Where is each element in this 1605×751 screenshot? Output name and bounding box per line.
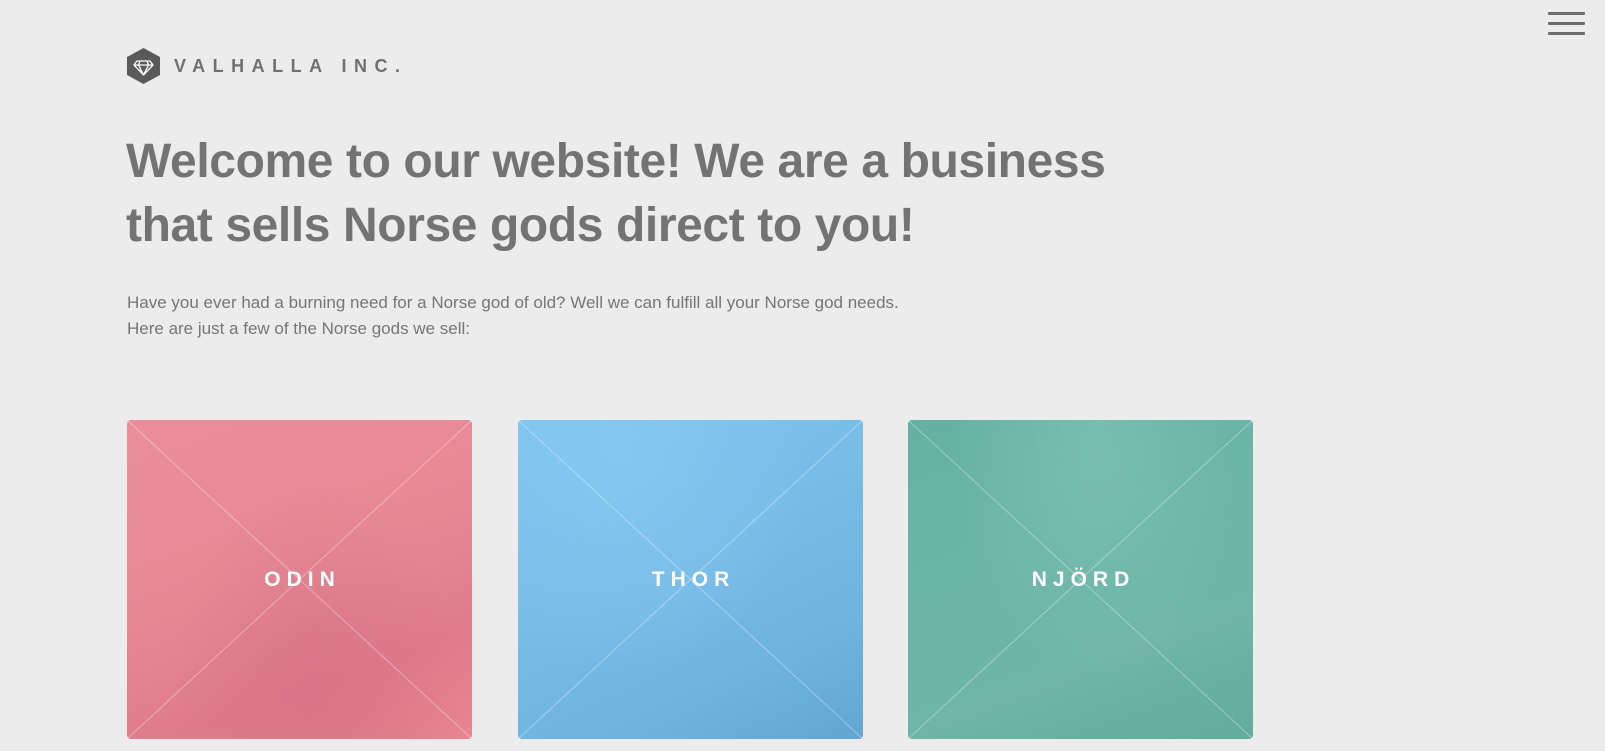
menu-bar — [1548, 12, 1585, 15]
menu-bar — [1548, 22, 1585, 25]
intro-text: Have you ever had a burning need for a N… — [127, 290, 899, 342]
brand-logo[interactable]: VALHALLA INC. — [127, 48, 407, 84]
god-name: NJÖRD — [1031, 567, 1136, 591]
brand-name: VALHALLA INC. — [174, 55, 408, 76]
page-title: Welcome to our website! We are a busines… — [126, 135, 1106, 252]
hamburger-menu-icon[interactable] — [1548, 10, 1586, 36]
god-card-odin[interactable]: ODIN — [127, 420, 472, 739]
diamond-hexagon-icon — [127, 48, 160, 84]
menu-bar — [1548, 32, 1585, 35]
god-name: ODIN — [264, 567, 341, 591]
intro-line: Here are just a few of the Norse gods we… — [127, 319, 470, 338]
god-name: THOR — [651, 567, 736, 591]
god-card-njord[interactable]: NJÖRD — [908, 420, 1253, 739]
intro-line: Have you ever had a burning need for a N… — [127, 293, 899, 312]
god-card-thor[interactable]: THOR — [518, 420, 863, 739]
